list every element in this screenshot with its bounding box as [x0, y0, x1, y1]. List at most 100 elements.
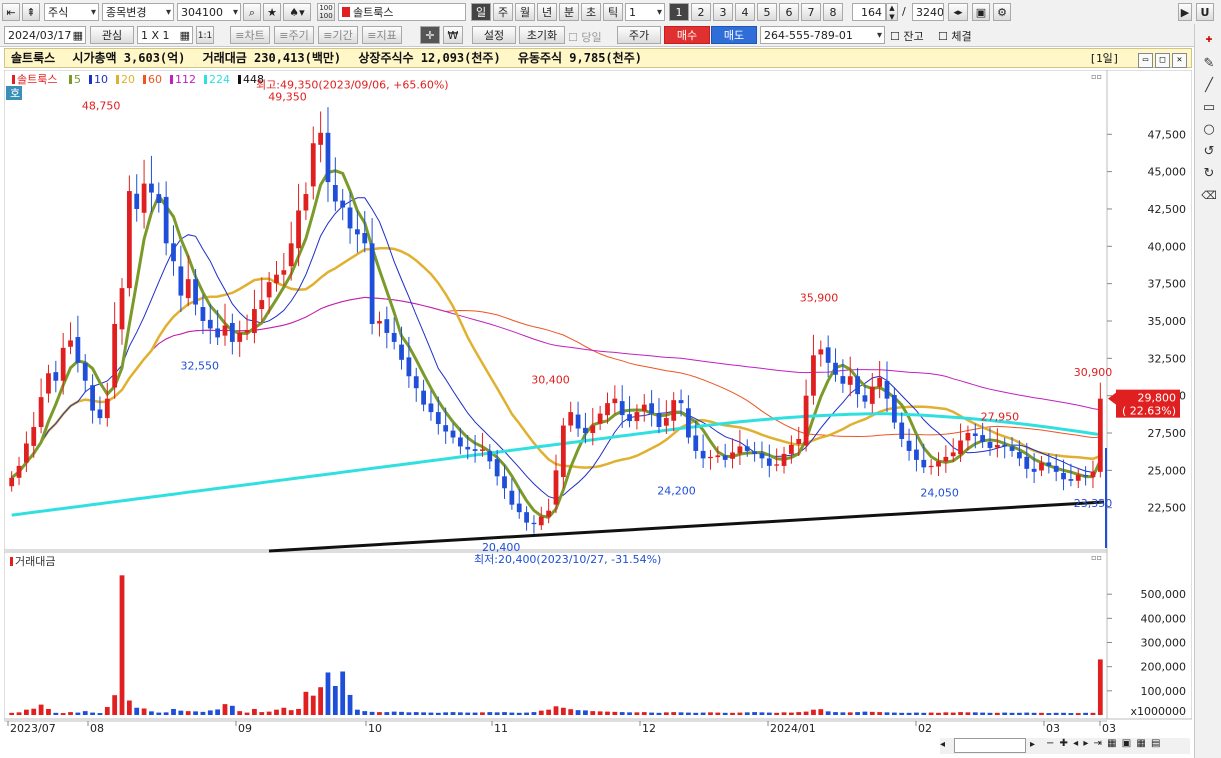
volume-panel-close-icon[interactable]: ▫▫ — [1091, 553, 1102, 562]
chart-window-controls: [1일] ▭ □ ✕ — [1089, 50, 1187, 68]
eraser-icon[interactable]: ⌫ — [1201, 188, 1217, 204]
period-tab-1[interactable]: 주 — [493, 3, 513, 21]
undo-icon[interactable]: ↺ — [1201, 144, 1217, 160]
preset-button-5[interactable]: 5 — [757, 3, 777, 21]
scroll-thumb[interactable] — [954, 738, 1026, 753]
candle-body — [82, 362, 88, 381]
layout-select[interactable]: 1 X 1 ▦ — [137, 26, 193, 44]
link-icon[interactable]: ⇞ — [22, 3, 40, 21]
one-one-button[interactable]: 1:1 — [196, 26, 214, 44]
volume-bar — [215, 709, 221, 715]
candle-body — [134, 193, 140, 209]
u-button[interactable]: U — [1196, 3, 1214, 21]
info-float-shares: 유동주식 9,785(천주) — [517, 51, 642, 65]
price-label: 49,350 — [268, 91, 307, 104]
account-select[interactable]: 264-555-789-01 — [760, 26, 885, 44]
volume-bar — [597, 711, 603, 715]
preset-button-3[interactable]: 3 — [713, 3, 733, 21]
watch-button[interactable]: 관심 — [90, 26, 134, 44]
period-tab-2[interactable]: 월 — [515, 3, 535, 21]
minimize-icon[interactable]: ▭ — [1138, 53, 1153, 68]
panel-close-icon[interactable]: ▫▫ — [1091, 72, 1102, 81]
volume-bar — [509, 712, 515, 715]
zoom-reset-icon[interactable]: ◂▸ — [948, 3, 968, 21]
grid-100-icon[interactable]: 100 100 — [317, 3, 335, 21]
candle-body — [965, 433, 971, 441]
pin-window-button[interactable]: ⇤ — [2, 3, 20, 21]
volume-bar — [752, 712, 757, 715]
volume-bar — [332, 686, 338, 715]
price-button[interactable]: 주가 — [617, 26, 661, 44]
volume-bar — [818, 709, 824, 715]
period-tab-6[interactable]: 틱 — [603, 3, 623, 21]
volume-bar — [634, 712, 640, 715]
date-input[interactable]: 2024/03/17 ▦ — [4, 26, 86, 44]
x-tick-label: 03 — [1102, 722, 1116, 735]
won-button[interactable]: ₩ — [443, 26, 463, 44]
fill-checkbox[interactable]: ☐ 체결 — [938, 28, 972, 44]
stock-name-field[interactable]: 솔트룩스 — [338, 3, 466, 21]
volume-bar — [678, 712, 684, 715]
chart-button[interactable]: ≡차트 — [230, 26, 270, 44]
market-select[interactable]: 주식 — [44, 3, 99, 21]
balance-checkbox[interactable]: ☐ 잔고 — [890, 28, 924, 44]
settings-button[interactable]: 설정 — [472, 26, 516, 44]
indicator-button[interactable]: ≡지표 — [362, 26, 402, 44]
star-icon[interactable]: ★ — [263, 3, 281, 21]
x-tick-label: 03 — [1046, 722, 1060, 735]
buy-button[interactable]: 매수 — [664, 26, 710, 44]
preset-button-8[interactable]: 8 — [823, 3, 843, 21]
save-icon[interactable]: ▣ — [972, 3, 990, 21]
pencil-icon[interactable]: ✎ — [1201, 56, 1217, 72]
count-spinner[interactable]: ▲ ▼ — [886, 3, 898, 21]
preset-button-6[interactable]: 6 — [779, 3, 799, 21]
period-tab-3[interactable]: 년 — [537, 3, 557, 21]
preset-button-1[interactable]: 1 — [669, 3, 689, 21]
candle-body — [825, 347, 831, 363]
volume-bar — [722, 712, 728, 715]
sell-button[interactable]: 매도 — [711, 26, 757, 44]
change-stock-select[interactable]: 종목변경 — [102, 3, 174, 21]
volume-bar — [641, 712, 647, 715]
today-checkbox[interactable]: ☐ 당일 — [568, 29, 602, 45]
candle-body — [347, 207, 353, 229]
spade-dropdown-icon[interactable]: ♠▾ — [283, 3, 311, 21]
period-tab-4[interactable]: 분 — [559, 3, 579, 21]
quote-tab-label: 호 — [10, 87, 20, 100]
volume-bar — [281, 707, 287, 715]
crosshair-icon[interactable]: ✛ — [420, 26, 440, 44]
volume-bar — [862, 711, 868, 715]
redo-icon[interactable]: ↻ — [1201, 166, 1217, 182]
reset-button[interactable]: 초기화 — [519, 26, 565, 44]
candle-body — [590, 425, 596, 433]
scroll-left-arrow[interactable]: ◂ — [940, 739, 945, 750]
preset-button-4[interactable]: 4 — [735, 3, 755, 21]
legend-chip — [12, 75, 15, 84]
preset-button-2[interactable]: 2 — [691, 3, 711, 21]
zoom-controls[interactable]: − ✚ ◂ ▸ ⇥ ▦ ▣ ▦ ▤ — [1046, 738, 1161, 749]
period-tab-5[interactable]: 초 — [581, 3, 601, 21]
scroll-right-arrow[interactable]: ▸ — [1030, 739, 1035, 750]
period-count-select[interactable]: 1 — [625, 3, 665, 21]
candle-body — [833, 362, 838, 375]
volume-tick-label: 300,000 — [1141, 637, 1187, 650]
candle-body — [16, 465, 22, 478]
period-tab-0[interactable]: 일 — [471, 3, 491, 21]
range-button[interactable]: ≡기간 — [318, 26, 358, 44]
volume-bar — [60, 713, 66, 715]
search-icon[interactable]: ⌕ — [243, 3, 261, 21]
calendar-icon[interactable]: ▦ — [73, 27, 83, 43]
line-icon[interactable]: ╱ — [1201, 78, 1217, 94]
preset-button-7[interactable]: 7 — [801, 3, 821, 21]
rectangle-icon[interactable]: ▭ — [1201, 100, 1217, 116]
scroll-left-icon[interactable]: ▶ — [1178, 3, 1192, 21]
stock-code-input[interactable]: 304100 — [177, 3, 241, 21]
maximize-icon[interactable]: □ — [1155, 53, 1170, 68]
period-button[interactable]: ≡주기 — [274, 26, 314, 44]
circle-icon[interactable]: ○ — [1201, 122, 1217, 138]
count-input[interactable]: 164 — [852, 3, 886, 21]
volume-bar — [465, 712, 471, 715]
legend-chip — [89, 75, 92, 84]
gear-icon[interactable]: ⚙ — [993, 3, 1011, 21]
close-icon[interactable]: ✕ — [1172, 53, 1187, 68]
